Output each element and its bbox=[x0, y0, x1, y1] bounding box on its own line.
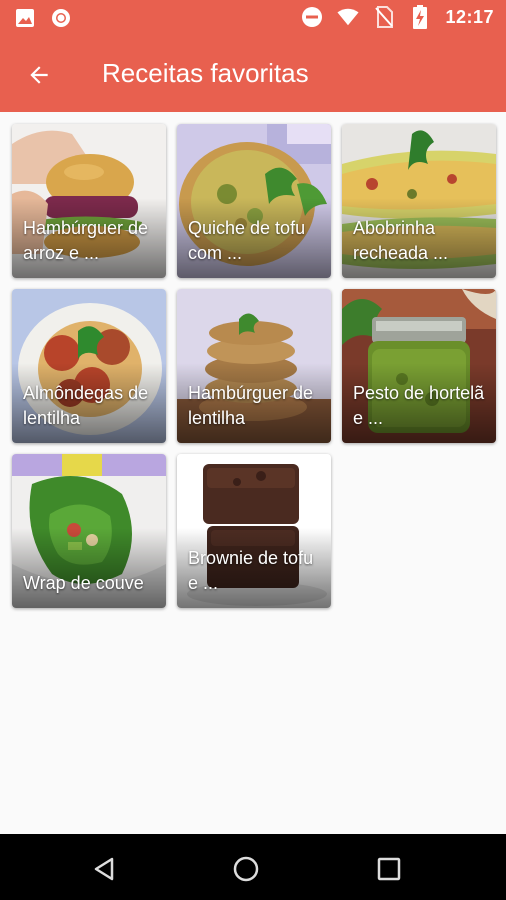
battery-charging-icon bbox=[409, 5, 431, 29]
do-not-disturb-icon bbox=[301, 6, 323, 28]
clock: 12:17 bbox=[445, 6, 494, 27]
recipe-title: Pesto de hortelã e ... bbox=[353, 383, 485, 428]
record-icon bbox=[50, 7, 72, 29]
recents-square-icon bbox=[377, 857, 401, 881]
nav-home-button[interactable] bbox=[229, 852, 263, 886]
recipe-title: Wrap de couve bbox=[23, 573, 144, 593]
arrow-back-icon bbox=[30, 66, 48, 84]
nav-recents-button[interactable] bbox=[372, 852, 406, 886]
recipe-title: Hambúrguer de arroz e ... bbox=[23, 218, 149, 263]
status-bar: 12:17 bbox=[0, 0, 506, 36]
recipe-card-hamburguer-arroz[interactable]: Hambúrguer de arroz e ... bbox=[12, 124, 166, 278]
recipe-card-almondegas-lentilha[interactable]: Almôndegas de lentilha bbox=[12, 289, 166, 443]
nav-back-button[interactable] bbox=[88, 852, 122, 886]
recipe-card-hamburguer-lentilha[interactable]: Hambúrguer de lentilha bbox=[177, 289, 331, 443]
recipe-title: Hambúrguer de lentilha bbox=[188, 383, 314, 428]
wifi-icon bbox=[337, 6, 359, 28]
recipe-title: Almôndegas de lentilha bbox=[23, 383, 149, 428]
back-button[interactable] bbox=[24, 60, 54, 90]
home-circle-icon bbox=[233, 856, 259, 882]
recipe-card-abobrinha-recheada[interactable]: Abobrinha recheada ... bbox=[342, 124, 496, 278]
recipe-title: Quiche de tofu com ... bbox=[188, 218, 306, 263]
recipe-card-quiche-tofu[interactable]: Quiche de tofu com ... bbox=[177, 124, 331, 278]
page-title: Receitas favoritas bbox=[102, 58, 309, 88]
recipe-card-brownie-tofu[interactable]: Brownie de tofu e ... bbox=[177, 454, 331, 608]
system-nav-bar bbox=[0, 834, 506, 900]
no-sim-icon bbox=[373, 6, 395, 28]
recipe-title: Brownie de tofu e ... bbox=[188, 548, 314, 593]
recipe-card-pesto-hortela[interactable]: Pesto de hortelã e ... bbox=[342, 289, 496, 443]
back-triangle-icon bbox=[94, 857, 114, 881]
image-icon bbox=[14, 7, 36, 29]
app-bar: Receitas favoritas bbox=[0, 36, 506, 112]
recipe-title: Abobrinha recheada ... bbox=[353, 218, 449, 263]
recipe-card-wrap-couve[interactable]: Wrap de couve bbox=[12, 454, 166, 608]
